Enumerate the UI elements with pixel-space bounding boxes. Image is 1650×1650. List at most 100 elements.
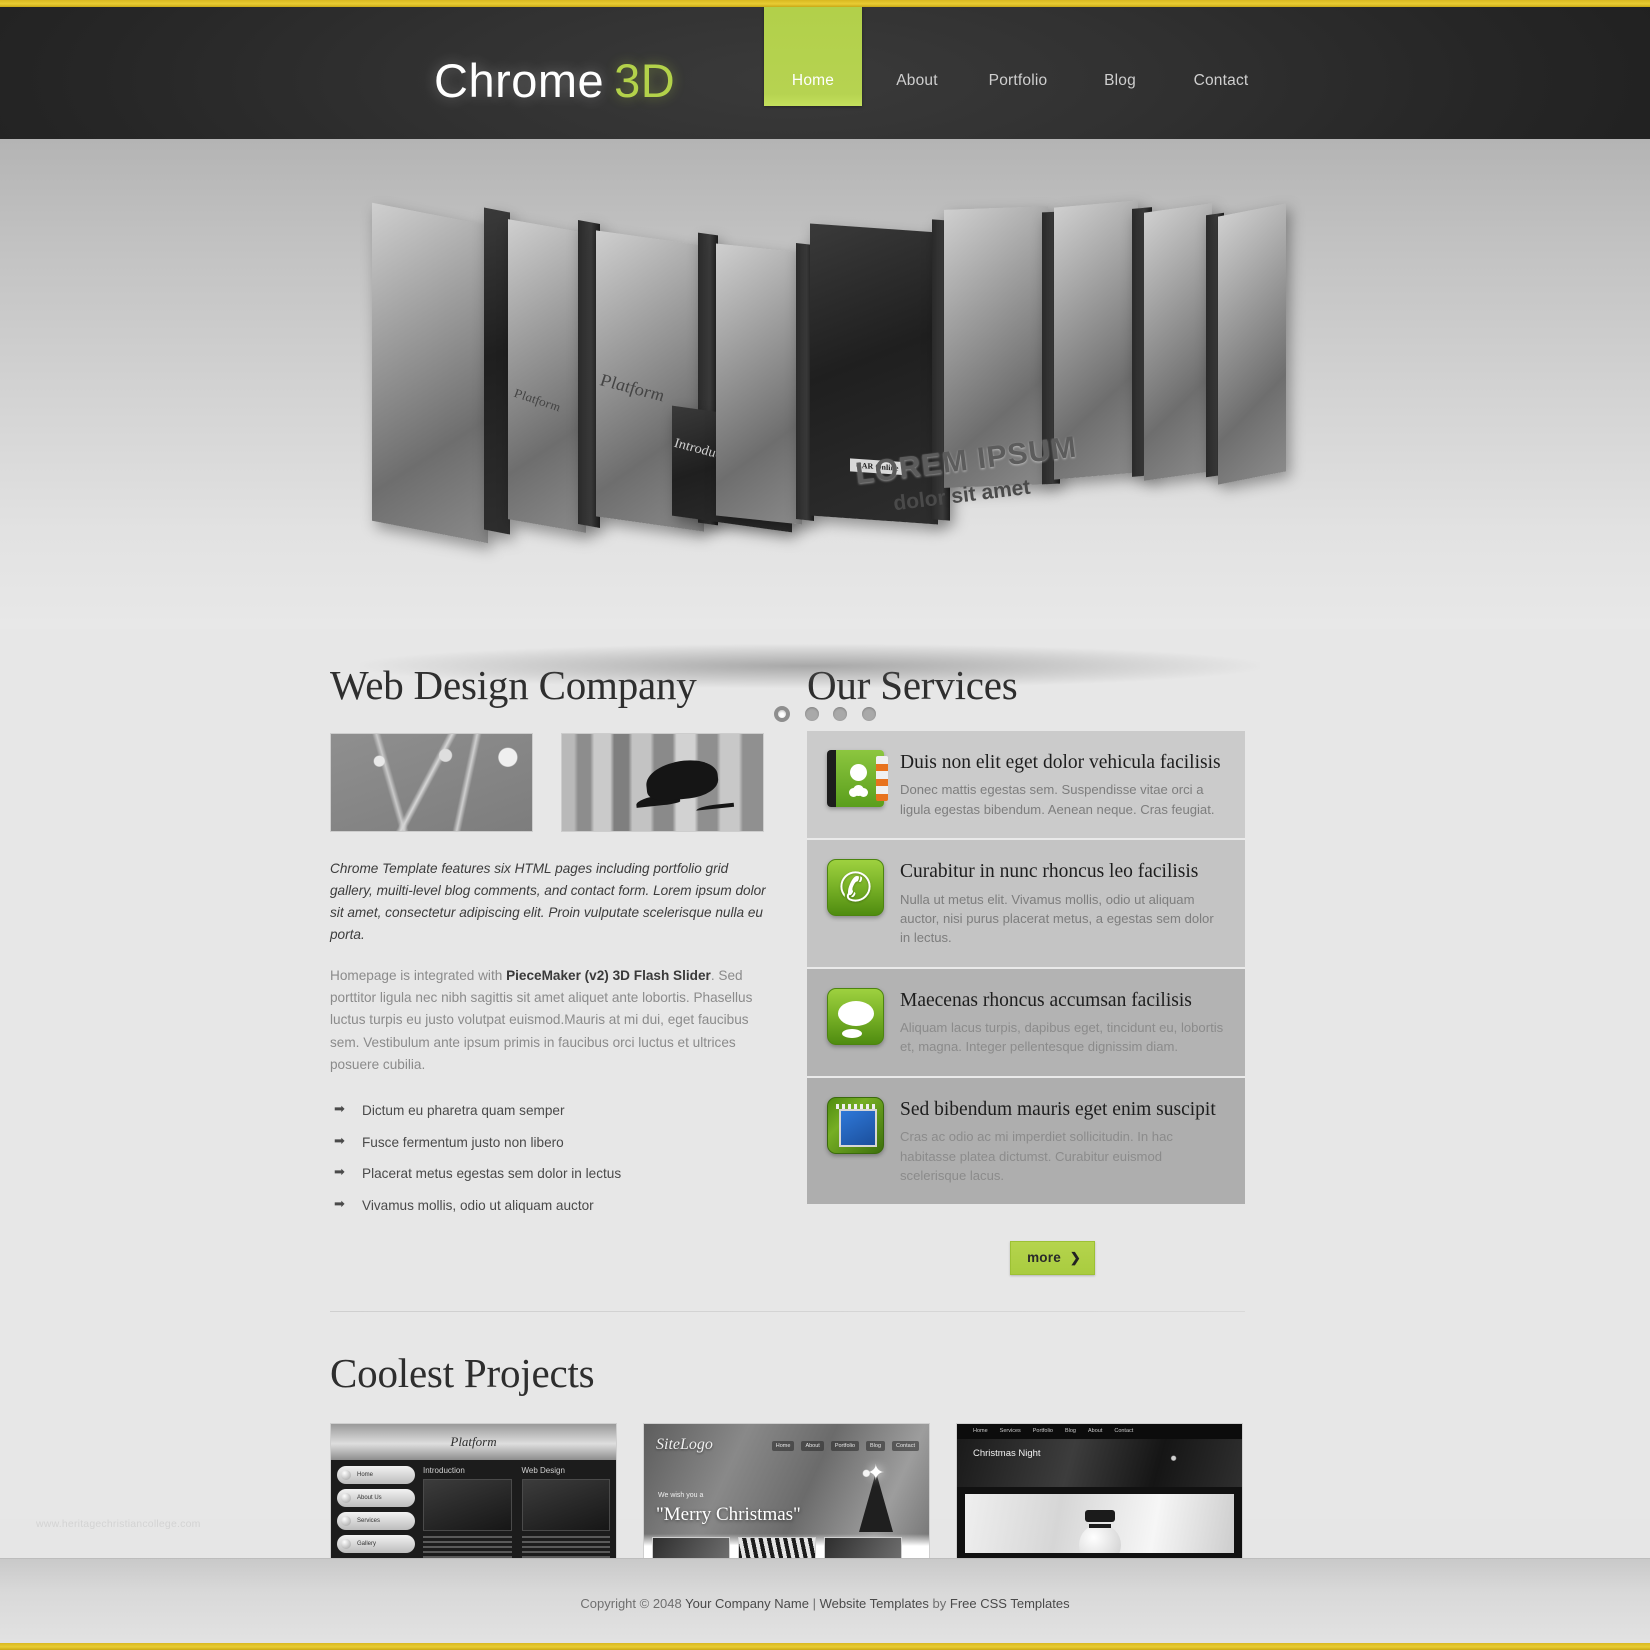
project1-titlebar: Platform [331,1423,616,1460]
about-more-button[interactable]: more ❯ [1010,1240,1095,1275]
about-paragraph-link[interactable]: PieceMaker (v2) 3D Flash Slider [506,968,711,983]
project1-nav-item: Services [337,1511,415,1530]
service-description: Aliquam lacus turpis, dapibus eget, tinc… [900,1020,1224,1055]
copyright-prefix: Copyright © 2048 [580,1596,686,1611]
project1-nav-item: About Us [337,1488,415,1507]
nav-label-contact: Contact [1193,71,1249,89]
slider-panel-label-platform-2: Platform [599,369,666,406]
list-item[interactable]: Dictum eu pharetra quam semper [330,1101,770,1134]
project2-nav-item: Contact [892,1440,919,1451]
about-bullet-list: Dictum eu pharetra quam semper Fusce fer… [330,1101,770,1229]
service-item-contacts[interactable]: Duis non elit eget dolor vehicula facili… [807,731,1245,841]
service-description: Donec mattis egestas sem. Suspendisse vi… [900,782,1215,817]
about-paragraph-pre: Homepage is integrated with [330,968,507,984]
nav-item-portfolio[interactable]: Portfolio [968,7,1068,106]
nav-label-home: Home [791,71,835,89]
site-footer: Copyright © 2048 Your Company Name | Web… [0,1558,1650,1643]
arrow-right-icon: ❯ [1069,1249,1081,1265]
top-accent-bar [0,0,1650,7]
slider-panel-1 [372,202,488,544]
service-text-block: Duis non elit eget dolor vehicula facili… [900,750,1227,819]
services-column: Our Services Duis non elit eget dolor ve… [807,661,1245,1229]
logo-main-text: Chrome [434,54,605,107]
project1-nav-item: Gallery [337,1534,415,1553]
main-content: Web Design Company Chrome Template featu… [0,629,1650,1647]
service-heading: Sed bibendum mauris eget enim suscipit [900,1098,1216,1120]
bottom-accent-bar [0,1643,1650,1650]
slider-panel-edge-1 [484,207,510,535]
site-logo[interactable]: Chrome 3D [434,53,675,108]
slider-pagination [0,705,1650,723]
services-list: Duis non elit eget dolor vehicula facili… [807,731,1245,1205]
service-text-block: Maecenas rhoncus accumsan facilisis Aliq… [900,988,1227,1057]
about-thumb-bird[interactable] [561,733,764,832]
project1-sidenav: Home About Us Services Gallery Contact [337,1465,415,1569]
website-templates-link[interactable]: Website Templates [820,1596,929,1611]
slider-dot-1[interactable] [774,705,791,722]
slider-panel-8 [1144,203,1212,481]
list-item[interactable]: Vivamus mollis, odio ut aliquam auctor [330,1196,770,1229]
slider-stage: Platform Platform Introduction CAR Onlin… [372,200,1287,554]
service-description: Nulla ut metus elit. Vivamus mollis, odi… [900,891,1214,946]
project3-nav-item: Services [999,1428,1021,1435]
nav-item-about[interactable]: About [870,7,964,106]
service-description: Cras ac odio ac mi imperdiet sollicitudi… [900,1129,1173,1183]
hero-slider[interactable]: Platform Platform Introduction CAR Onlin… [0,139,1650,722]
logo-accent-text: 3D [614,54,676,107]
slider-dot-2[interactable] [804,706,819,721]
address-book-icon [827,750,888,807]
service-item-chip[interactable]: Sed bibendum mauris eget enim suscipit C… [807,1077,1245,1205]
list-item[interactable]: Fusce fermentum justo non libero [330,1133,770,1166]
list-item[interactable]: Placerat metus egestas sem dolor in lect… [330,1164,770,1197]
slider-panel-label-car-online: CAR Online [850,458,905,476]
nav-item-contact[interactable]: Contact [1170,7,1272,106]
about-more-label: more [1027,1250,1061,1266]
microchip-icon [827,1096,884,1154]
service-text-block: Curabitur in nunc rhoncus leo facilisis … [900,859,1227,948]
project3-nav-item: About [1087,1428,1103,1435]
site-header: Chrome 3D Home About Portfolio Blog Conta… [0,7,1650,139]
copyright-by: by [928,1596,950,1611]
nav-label-portfolio: Portfolio [988,71,1048,89]
project2-nav: Home About Portfolio Blog Contact [771,1440,919,1451]
project3-nav: Home Services Portfolio Blog About Conta… [957,1423,1242,1439]
project1-preview-box [521,1478,610,1531]
service-heading: Curabitur in nunc rhoncus leo facilisis [900,861,1199,883]
project2-headline: "Merry Christmas" [656,1503,801,1525]
project3-hero: Christmas Night [957,1438,1242,1487]
about-thumb-web-droplets[interactable] [330,733,533,832]
copyright-separator: | [808,1596,820,1611]
service-item-phone[interactable]: Curabitur in nunc rhoncus leo facilisis … [807,840,1245,969]
chat-bubble-icon [827,987,884,1045]
service-heading: Maecenas rhoncus accumsan facilisis [900,989,1192,1011]
project-thumbnail[interactable]: Home Services Portfolio Blog About Conta… [956,1422,1243,1570]
project-thumbnail[interactable]: SiteLogo Home About Portfolio Blog Conta… [643,1422,930,1570]
about-column: Web Design Company Chrome Template featu… [330,661,770,1229]
slider-panel-2: Platform [508,219,586,533]
slider-panel-5: CAR Online [810,223,938,525]
slider-panel-6 [944,206,1048,488]
project1-body: Introduction Web Design [423,1466,610,1565]
project2-nav-item: Home [771,1440,795,1451]
project1-screen-title: Platform [450,1433,497,1449]
project3-nav-item: Blog [1064,1428,1076,1435]
project3-nav-item: Portfolio [1032,1428,1053,1435]
project3-nav-item: Contact [1114,1428,1134,1435]
about-more-row: more ❯ [330,1240,1245,1275]
free-css-templates-link[interactable]: Free CSS Templates [950,1596,1070,1611]
about-paragraph-post: . Sed porttitor ligula nec nibh sagittis… [330,968,753,1072]
about-body-paragraph: Homepage is integrated with PieceMaker (… [330,965,770,1076]
project2-nav-item: Blog [866,1440,886,1451]
service-item-chat[interactable]: Maecenas rhoncus accumsan facilisis Aliq… [807,968,1245,1078]
slider-dot-4[interactable] [861,706,876,721]
nav-item-home[interactable]: Home [764,7,862,106]
slider-dot-3[interactable] [833,706,848,721]
projects-title: Coolest Projects [330,1349,595,1396]
project3-snow-photo [965,1493,1234,1553]
nav-item-blog[interactable]: Blog [1072,7,1168,106]
project2-wish-text: We wish you a [658,1491,704,1499]
project-thumbnail[interactable]: Platform Home About Us Services Gallery … [330,1422,617,1570]
slider-panel-9 [1218,203,1286,485]
project1-heading: Introduction [423,1465,465,1475]
project2-nav-item: About [801,1440,824,1451]
